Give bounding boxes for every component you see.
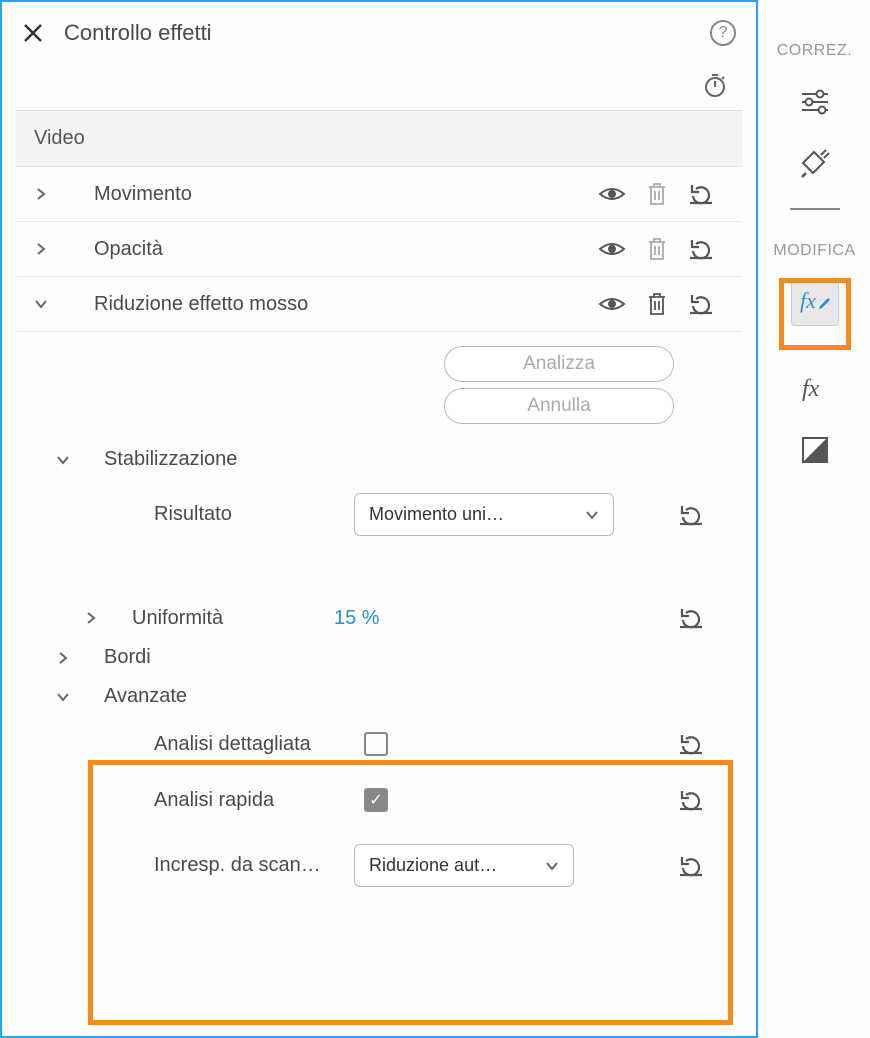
chevron-right-icon[interactable] — [84, 611, 114, 625]
svg-text:fx: fx — [802, 376, 820, 402]
analyze-button[interactable]: Analizza — [444, 346, 674, 382]
panel-header: Controllo effetti ? — [2, 2, 756, 64]
panel-title: Controllo effetti — [64, 20, 212, 46]
uniformity-row: Uniformità 15 % — [16, 598, 742, 638]
advanced-row: Avanzate — [16, 677, 742, 716]
stopwatch-icon[interactable] — [702, 72, 728, 98]
reset-icon[interactable] — [678, 788, 704, 812]
trash-icon[interactable] — [646, 181, 668, 207]
close-icon[interactable] — [22, 22, 44, 44]
chevron-down-icon — [585, 508, 599, 522]
eye-icon[interactable] — [598, 184, 626, 204]
effect-motion-label: Movimento — [56, 183, 598, 206]
uniformity-value[interactable]: 15 % — [334, 607, 380, 630]
reset-icon[interactable] — [688, 292, 714, 316]
reset-icon[interactable] — [678, 503, 704, 527]
result-dropdown[interactable]: Movimento uni… — [354, 493, 614, 536]
ripple-label: Incresp. da scan… — [154, 854, 364, 877]
chevron-down-icon[interactable] — [56, 453, 86, 467]
checkmark-icon: ✓ — [369, 790, 382, 810]
chevron-right-icon[interactable] — [26, 242, 56, 256]
help-icon[interactable]: ? — [710, 20, 736, 46]
uniformity-label: Uniformità — [114, 607, 334, 630]
sliders-icon[interactable] — [791, 78, 839, 126]
effect-shake-row: Riduzione effetto mosso — [16, 277, 742, 332]
advanced-label: Avanzate — [86, 685, 732, 708]
stopwatch-row — [2, 64, 756, 110]
sidebar-label-correz: CORREZ. — [759, 42, 870, 60]
borders-row: Bordi — [16, 638, 742, 677]
effects-list: Video Movimento Opacità — [16, 110, 742, 913]
video-section-header: Video — [16, 111, 742, 167]
borders-label: Bordi — [86, 646, 732, 669]
chevron-down-icon — [545, 859, 559, 873]
sidebar-label-modifica: MODIFICA — [759, 242, 870, 260]
result-dropdown-value: Movimento uni… — [369, 504, 504, 525]
ripple-dropdown-value: Riduzione aut… — [369, 855, 497, 876]
reset-icon[interactable] — [688, 182, 714, 206]
ripple-dropdown[interactable]: Riduzione aut… — [354, 844, 574, 887]
reset-icon[interactable] — [678, 606, 704, 630]
chevron-right-icon[interactable] — [56, 651, 86, 665]
right-sidebar: CORREZ. MODIFICA fx fx — [758, 0, 870, 1038]
reset-icon[interactable] — [688, 237, 714, 261]
fx-edit-icon[interactable]: fx — [791, 278, 839, 326]
fast-analysis-label: Analisi rapida — [154, 789, 364, 812]
detailed-analysis-row: Analisi dettagliata — [16, 716, 742, 772]
ripple-row: Incresp. da scan… Riduzione aut… — [16, 828, 742, 903]
effect-opacity-label: Opacità — [56, 238, 598, 261]
reset-icon[interactable] — [678, 854, 704, 878]
stabilization-label: Stabilizzazione — [86, 448, 732, 471]
effect-shake-label: Riduzione effetto mosso — [56, 293, 598, 316]
effects-control-panel: Controllo effetti ? Video Movimento — [0, 0, 758, 1038]
trash-icon[interactable] — [646, 236, 668, 262]
chevron-down-icon[interactable] — [56, 690, 86, 704]
stabilization-row: Stabilizzazione — [16, 438, 742, 481]
fast-analysis-row: Analisi rapida ✓ — [16, 772, 742, 828]
result-row: Risultato Movimento uni… — [16, 481, 742, 548]
result-label: Risultato — [154, 503, 354, 526]
fx-icon[interactable]: fx — [791, 364, 839, 412]
reset-icon[interactable] — [678, 732, 704, 756]
eye-icon[interactable] — [598, 294, 626, 314]
trash-icon[interactable] — [646, 291, 668, 317]
effect-opacity-row: Opacità — [16, 222, 742, 277]
tools-icon[interactable] — [791, 140, 839, 188]
svg-text:fx: fx — [800, 288, 816, 313]
chevron-right-icon[interactable] — [26, 187, 56, 201]
eye-icon[interactable] — [598, 239, 626, 259]
chevron-down-icon[interactable] — [26, 297, 56, 311]
cancel-button[interactable]: Annulla — [444, 388, 674, 424]
contrast-icon[interactable] — [791, 426, 839, 474]
sidebar-divider — [790, 208, 840, 210]
detailed-analysis-label: Analisi dettagliata — [154, 733, 364, 756]
detailed-analysis-checkbox[interactable] — [364, 732, 388, 756]
fast-analysis-checkbox[interactable]: ✓ — [364, 788, 388, 812]
effect-motion-row: Movimento — [16, 167, 742, 222]
shake-reduction-content: Analizza Annulla Stabilizzazione Risulta… — [16, 332, 742, 913]
